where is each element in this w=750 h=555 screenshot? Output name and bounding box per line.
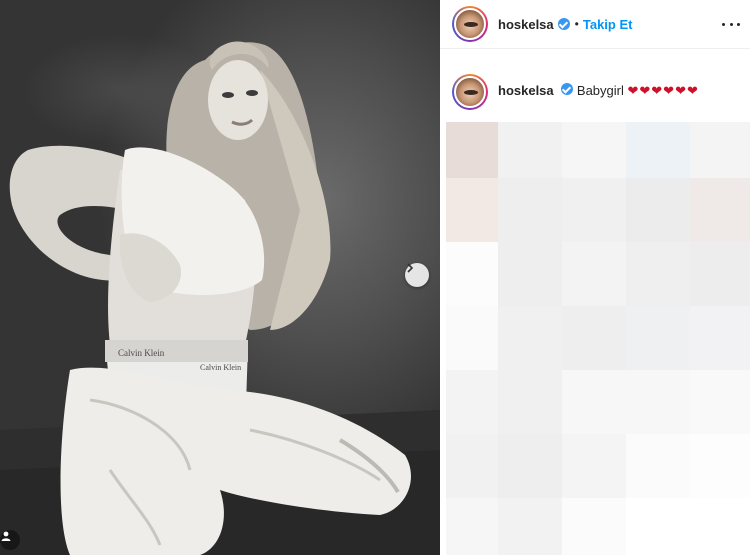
next-photo-button[interactable] [405, 263, 429, 287]
caption-verified-badge-icon [561, 83, 574, 95]
header-username[interactable]: hoskelsa [498, 17, 554, 32]
more-horizontal-icon [722, 22, 725, 26]
waistband-text-right: Calvin Klein [200, 363, 241, 372]
more-options-button[interactable] [722, 14, 740, 34]
caption-username[interactable]: hoskelsa [498, 83, 554, 98]
header-divider [440, 48, 750, 49]
post-photo[interactable]: Calvin Klein Calvin Klein [0, 0, 440, 555]
caption: hoskelsa Babygirl ❤❤❤❤❤❤ [452, 74, 744, 110]
post-sidebar: hoskelsa • Takip Et hoskelsa Babygirl ❤❤… [440, 0, 750, 555]
follow-button[interactable]: Takip Et [583, 17, 633, 32]
caption-text: Babygirl [576, 83, 624, 98]
user-tag-icon [1, 531, 11, 541]
post-header: hoskelsa • Takip Et [440, 0, 750, 48]
avatar[interactable] [452, 6, 488, 42]
waistband-text-left: Calvin Klein [118, 348, 165, 358]
verified-badge-icon [557, 18, 570, 30]
comments-censored-area [446, 122, 750, 555]
photo-illustration: Calvin Klein Calvin Klein [0, 41, 440, 555]
separator-dot: • [574, 17, 579, 31]
user-tag-button[interactable] [0, 530, 20, 550]
heart-emojis: ❤❤❤❤❤❤ [627, 83, 699, 98]
caption-text-block: hoskelsa Babygirl ❤❤❤❤❤❤ [498, 82, 738, 110]
caption-avatar[interactable] [452, 74, 488, 110]
chevron-right-icon [407, 263, 414, 273]
